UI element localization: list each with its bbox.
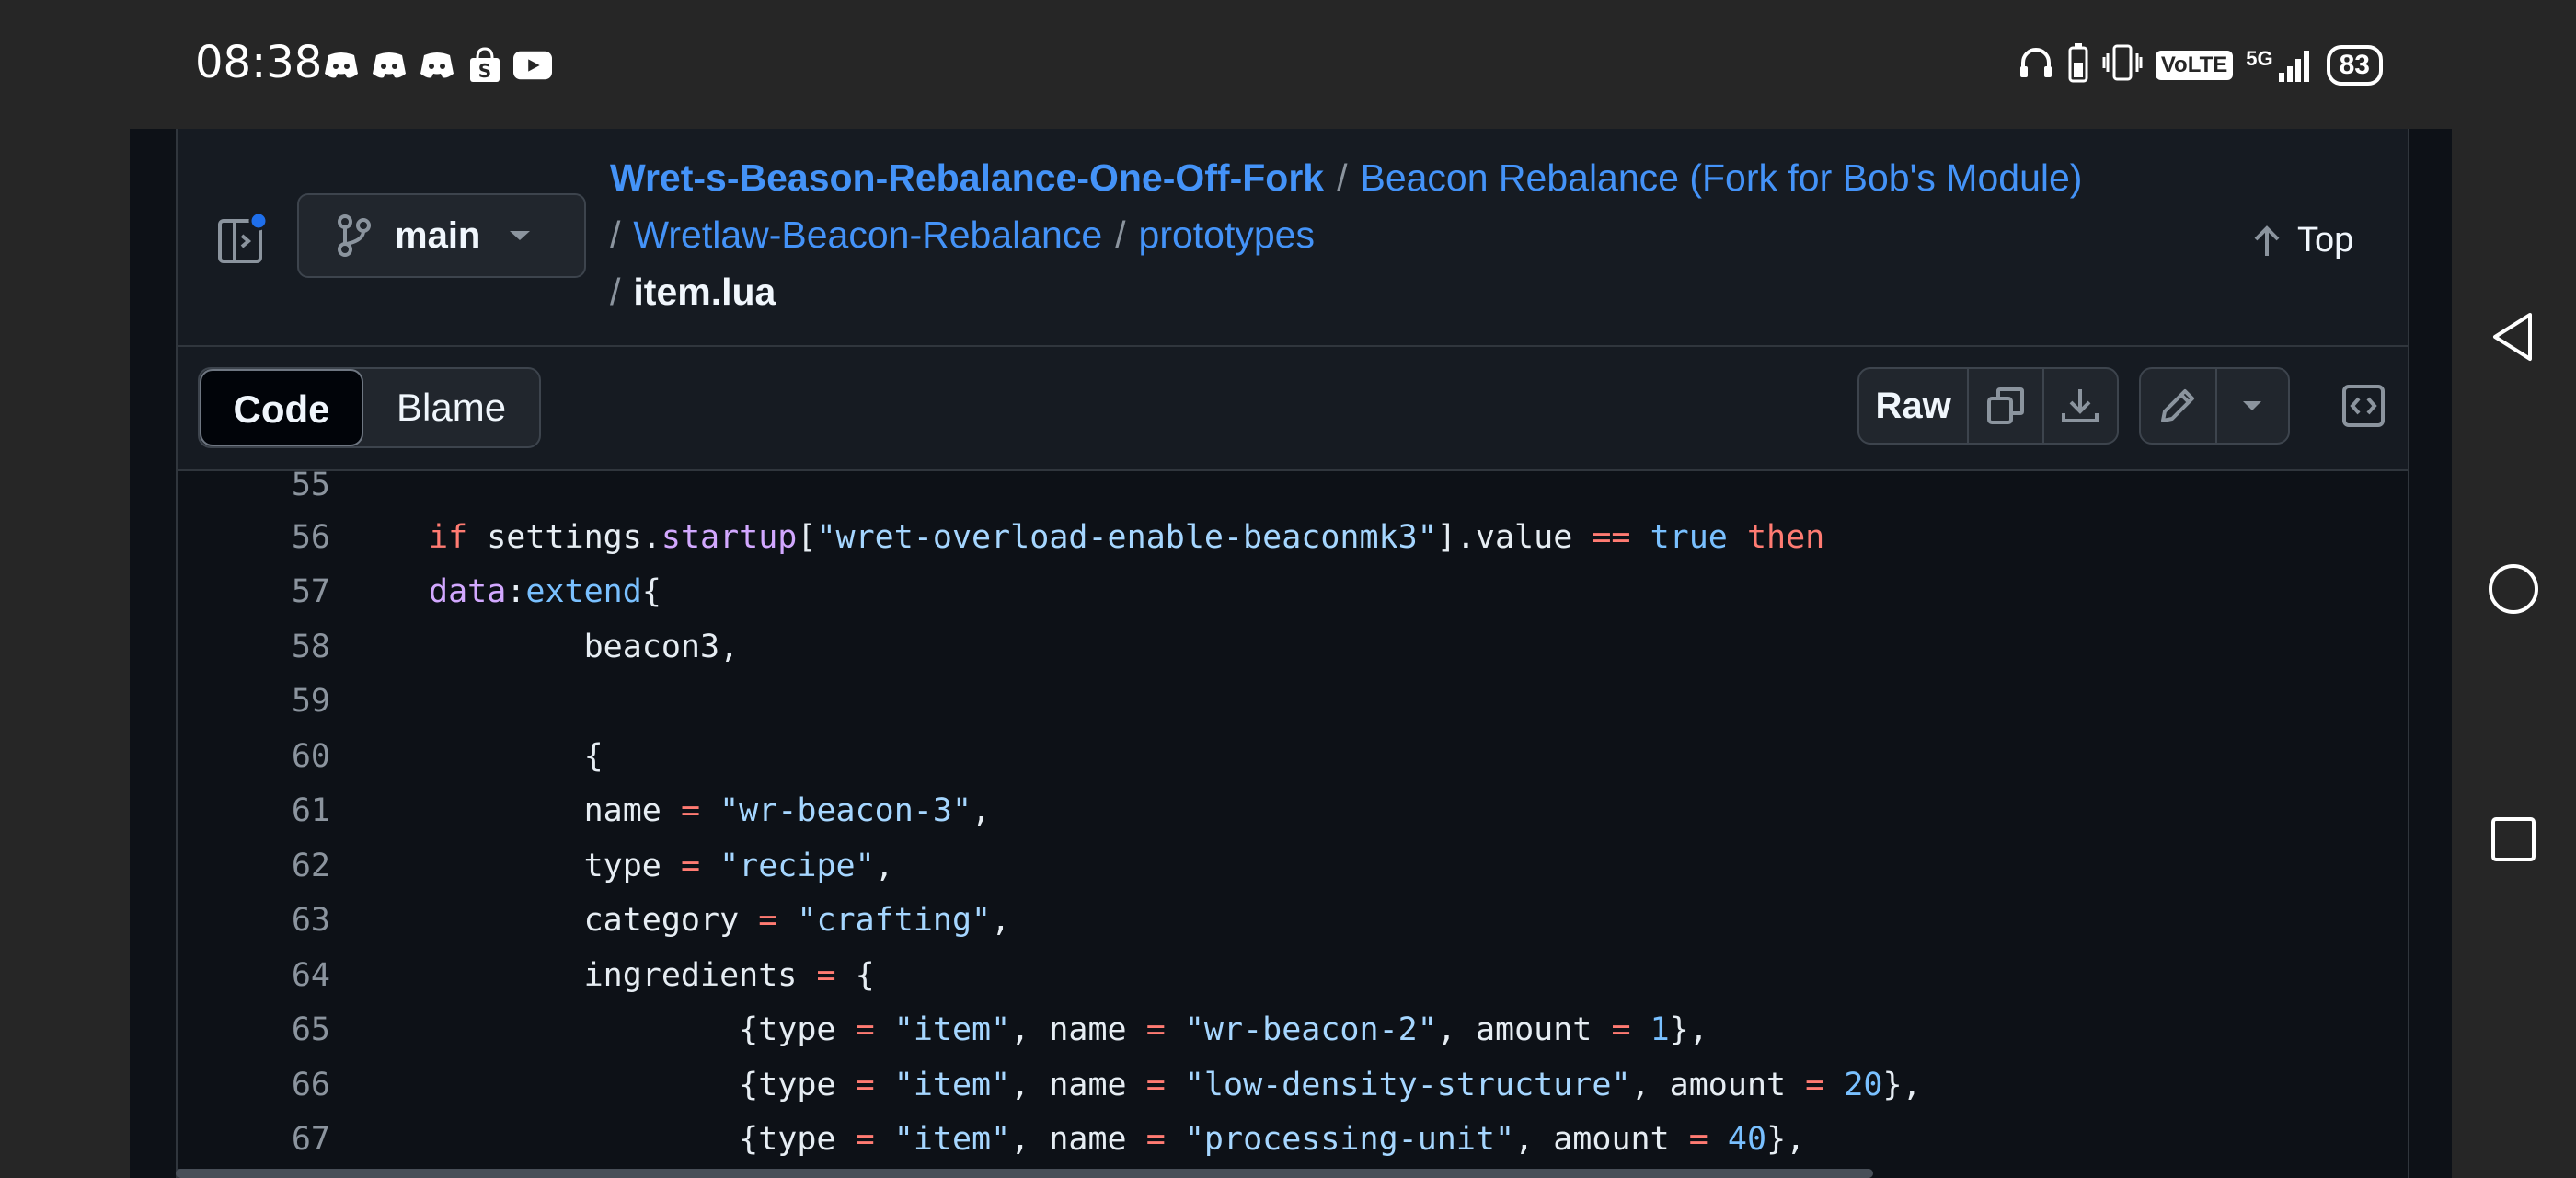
volte-icon: VoLTE (2155, 50, 2234, 80)
line-source: name = "wr-beacon-3", (429, 792, 992, 829)
arrow-up-icon (2254, 225, 2280, 256)
symbols-panel-button[interactable] (2325, 367, 2402, 445)
line-source: {type = "item", name = "low-density-stru… (429, 1067, 1922, 1103)
raw-button[interactable]: Raw (1859, 369, 1970, 443)
status-time: 08:38 (195, 37, 323, 88)
pencil-icon (2161, 389, 2195, 422)
line-source: beacon3, (429, 629, 740, 665)
line-number: 67 (291, 1121, 330, 1158)
svg-text:S: S (478, 60, 491, 82)
raw-copy-download-group: Raw (1857, 367, 2119, 445)
edit-group (2139, 367, 2290, 445)
shopee-icon: S (466, 46, 504, 85)
notification-icons: S (322, 46, 552, 85)
vibrate-icon (2102, 42, 2143, 87)
breadcrumb-link-wretlaw[interactable]: Wretlaw-Beacon-Rebalance (633, 214, 1102, 256)
branch-selector-button[interactable]: main (297, 193, 586, 278)
git-branch-icon (338, 214, 371, 257)
edit-button[interactable] (2141, 369, 2217, 443)
line-number: 64 (291, 957, 330, 994)
youtube-icon (513, 46, 552, 85)
tab-blame[interactable]: Blame (363, 369, 539, 446)
horizontal-scrollbar[interactable] (176, 1169, 1873, 1178)
file-view: main Wret-s-Beason-Rebalance-One-Off-For… (176, 129, 2409, 1178)
discord-icon (370, 46, 408, 85)
line-number: 62 (291, 848, 330, 884)
line-source: data:extend{ (429, 573, 661, 610)
tab-code[interactable]: Code (200, 369, 363, 446)
line-source: if settings.startup["wret-overload-enabl… (429, 519, 1825, 556)
breadcrumb: Wret-s-Beason-Rebalance-One-Off-Fork / Bea… (610, 149, 2266, 320)
network-label: 5G (2246, 46, 2273, 70)
breadcrumb-repo-link[interactable]: Wret-s-Beason-Rebalance-One-Off-Fork (610, 156, 1324, 199)
caret-down-icon (510, 231, 531, 240)
line-source: type = "recipe", (429, 848, 894, 884)
line-number: 58 (291, 629, 330, 665)
back-nav-icon[interactable] (2486, 309, 2541, 364)
line-source: {type = "item", name = "processing-unit"… (429, 1121, 1806, 1158)
battery-saver-icon (2067, 42, 2089, 87)
file-toolbar: Code Blame Raw (178, 347, 2408, 471)
download-icon (2062, 389, 2099, 422)
code-square-icon (2342, 385, 2385, 427)
signal-5g-icon: 5G (2246, 47, 2313, 84)
line-number: 65 (291, 1011, 330, 1048)
discord-icon (418, 46, 456, 85)
download-button[interactable] (2044, 369, 2117, 443)
copy-icon (1986, 387, 2024, 424)
branch-name: main (395, 214, 481, 256)
top-button[interactable]: Top (2253, 221, 2353, 260)
line-source: category = "crafting", (429, 902, 1011, 939)
caret-down-icon (2243, 401, 2262, 410)
breadcrumb-separator: / (1337, 156, 1348, 199)
sidebar-toggle-icon[interactable] (218, 212, 266, 263)
line-number: 56 (291, 519, 330, 556)
line-number: 63 (291, 902, 330, 939)
system-icons: VoLTE 5G 83 (2018, 42, 2383, 87)
discord-icon (322, 46, 361, 85)
status-bar: 08:38 S VoLTE 5G 83 (0, 0, 2576, 129)
line-number: 60 (291, 738, 330, 775)
breadcrumb-current-file: item.lua (633, 271, 776, 313)
top-label: Top (2297, 221, 2354, 260)
line-number: 57 (291, 573, 330, 610)
breadcrumb-link-beacon-rebalance[interactable]: Beacon Rebalance (Fork for Bob's Module) (1360, 156, 2082, 199)
line-number: 61 (291, 792, 330, 829)
code-view: 55 56 if settings.startup["wret-overload-… (178, 471, 2408, 1178)
breadcrumb-separator: / (1115, 214, 1126, 256)
edit-options-dropdown[interactable] (2217, 369, 2288, 443)
recents-nav-icon[interactable] (2486, 812, 2541, 867)
line-number: 55 (291, 471, 330, 503)
line-source: ingredients = { (429, 957, 875, 994)
home-nav-icon[interactable] (2486, 561, 2541, 617)
breadcrumb-link-prototypes[interactable]: prototypes (1139, 214, 1315, 256)
line-source: {type = "item", name = "wr-beacon-2", am… (429, 1011, 1708, 1048)
browser-page: main Wret-s-Beason-Rebalance-One-Off-For… (130, 129, 2452, 1178)
line-source: { (429, 738, 604, 775)
view-mode-tabs: Code Blame (198, 367, 542, 448)
breadcrumb-separator: / (610, 271, 621, 313)
copy-button[interactable] (1969, 369, 2044, 443)
line-number: 59 (291, 683, 330, 720)
breadcrumb-separator: / (610, 214, 621, 256)
file-header: main Wret-s-Beason-Rebalance-One-Off-For… (178, 129, 2408, 347)
line-number: 66 (291, 1067, 330, 1103)
headphones-icon (2018, 44, 2054, 86)
battery-indicator: 83 (2326, 44, 2383, 86)
